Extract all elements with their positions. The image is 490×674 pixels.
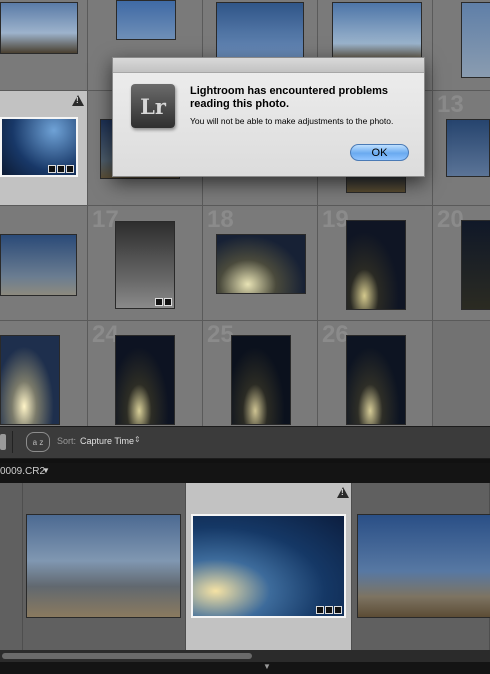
cell-number: 20 bbox=[437, 206, 464, 233]
grid-cell[interactable] bbox=[433, 0, 490, 91]
photo-thumbnail[interactable] bbox=[26, 514, 181, 618]
photo-thumbnail[interactable] bbox=[216, 2, 304, 60]
ok-button[interactable]: OK bbox=[350, 144, 409, 161]
filmstrip-cell[interactable] bbox=[0, 483, 23, 650]
filmstrip-cell[interactable] bbox=[352, 483, 490, 650]
photo-thumbnail[interactable] bbox=[346, 335, 406, 425]
filename-dropdown-icon[interactable]: ▼ bbox=[42, 466, 50, 475]
grid-cell[interactable]: 13 bbox=[433, 91, 490, 206]
photo-thumbnail[interactable] bbox=[0, 234, 77, 296]
bottom-panel-bar: ▼ bbox=[0, 662, 490, 674]
warning-triangle-icon bbox=[72, 95, 84, 106]
grid-cell-empty bbox=[433, 321, 490, 426]
photo-thumbnail[interactable] bbox=[216, 234, 306, 294]
cell-number: 26 bbox=[322, 321, 349, 348]
grid-cell[interactable] bbox=[0, 0, 88, 91]
filmstrip-cell-selected[interactable] bbox=[186, 483, 352, 650]
grid-cell[interactable]: 20 bbox=[433, 206, 490, 321]
thumbnail-badges bbox=[316, 606, 342, 614]
grid-cell[interactable]: 26 bbox=[318, 321, 433, 426]
error-dialog: Lr Lightroom has encountered problems re… bbox=[112, 57, 425, 177]
cell-number: 13 bbox=[437, 91, 464, 118]
photo-thumbnail[interactable] bbox=[0, 335, 60, 425]
dialog-message: You will not be able to make adjustments… bbox=[190, 116, 394, 126]
photo-thumbnail[interactable] bbox=[231, 335, 291, 425]
grid-cell[interactable]: 19 bbox=[318, 206, 433, 321]
filmstrip-header: 0009.CR2 ▼ bbox=[0, 463, 490, 483]
grid-cell[interactable]: 18 bbox=[203, 206, 318, 321]
sort-label: Sort: bbox=[57, 436, 77, 446]
photo-thumbnail[interactable] bbox=[346, 220, 406, 310]
sort-icon-text: a z bbox=[32, 437, 44, 447]
scrollbar-thumb[interactable] bbox=[2, 653, 252, 659]
dialog-title: Lightroom has encountered problems readi… bbox=[190, 85, 389, 110]
photo-thumbnail[interactable] bbox=[446, 119, 490, 177]
painter-icon[interactable] bbox=[0, 434, 6, 450]
photo-thumbnail[interactable] bbox=[116, 0, 176, 40]
photo-thumbnail[interactable] bbox=[461, 2, 490, 78]
photo-thumbnail[interactable] bbox=[461, 220, 490, 310]
dialog-titlebar bbox=[113, 58, 424, 73]
photo-thumbnail[interactable] bbox=[357, 514, 490, 618]
sort-dropdown[interactable]: Capture Time bbox=[80, 436, 134, 446]
filmstrip bbox=[0, 483, 490, 650]
cell-number: 19 bbox=[322, 206, 349, 233]
filmstrip-scrollbar[interactable] bbox=[0, 650, 490, 662]
library-toolbar: a z Sort: Capture Time ⇕ bbox=[0, 426, 490, 459]
collapse-panel-icon[interactable]: ▼ bbox=[263, 662, 271, 671]
cell-number: 18 bbox=[207, 206, 234, 233]
thumbnail-badges bbox=[155, 298, 172, 306]
grid-cell[interactable]: 24 bbox=[88, 321, 203, 426]
photo-thumbnail[interactable] bbox=[332, 2, 422, 62]
photo-thumbnail[interactable] bbox=[0, 2, 78, 54]
photo-thumbnail[interactable] bbox=[191, 514, 346, 618]
warning-triangle-icon bbox=[337, 487, 349, 498]
photo-thumbnail[interactable] bbox=[115, 335, 175, 425]
photo-thumbnail[interactable] bbox=[0, 117, 78, 177]
app-icon-text: Lr bbox=[140, 93, 166, 119]
ok-button-label: OK bbox=[371, 146, 388, 159]
grid-cell[interactable]: 25 bbox=[203, 321, 318, 426]
filmstrip-filename[interactable]: 0009.CR2 bbox=[0, 466, 45, 477]
updown-arrows-icon[interactable]: ⇕ bbox=[134, 435, 141, 444]
filmstrip-cell[interactable] bbox=[23, 483, 186, 650]
photo-thumbnail[interactable] bbox=[115, 221, 175, 309]
grid-cell[interactable] bbox=[0, 206, 88, 321]
lightroom-app-icon: Lr bbox=[131, 84, 175, 128]
cell-number: 25 bbox=[207, 321, 234, 348]
thumbnail-badges bbox=[48, 165, 74, 173]
grid-cell-selected[interactable] bbox=[0, 91, 88, 206]
toolbar-separator bbox=[12, 431, 13, 453]
sort-direction-icon[interactable]: a z bbox=[26, 432, 50, 452]
grid-cell[interactable]: 17 bbox=[88, 206, 203, 321]
grid-cell[interactable] bbox=[0, 321, 88, 426]
